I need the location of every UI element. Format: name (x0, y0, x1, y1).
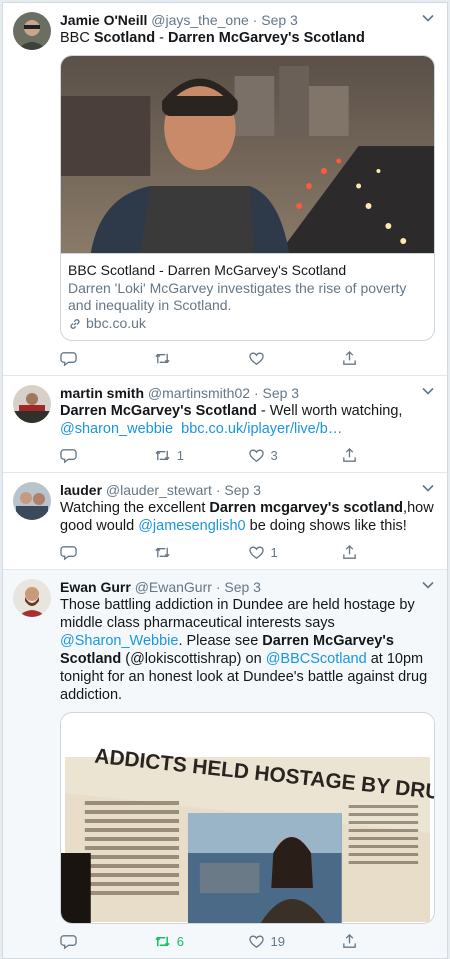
like-count: 1 (270, 544, 278, 560)
timestamp[interactable]: Sep 3 (261, 12, 298, 28)
share-icon (343, 933, 357, 948)
chevron-down-icon[interactable] (421, 384, 435, 398)
mention-link[interactable]: @sharon_webbie (60, 421, 173, 437)
share-button[interactable] (341, 544, 435, 561)
tweet-actions (60, 349, 435, 367)
url-link[interactable]: bbc.co.uk/iplayer/live/b… (181, 421, 342, 437)
share-button[interactable] (341, 933, 435, 950)
tweet-header: lauder @lauder_stewart · Sep 3 (60, 481, 435, 499)
timestamp[interactable]: Sep 3 (224, 579, 261, 595)
like-button[interactable]: 19 (248, 933, 342, 950)
heart-icon (248, 449, 264, 462)
reply-button[interactable] (60, 447, 154, 464)
retweet-icon (155, 936, 170, 946)
heart-icon (248, 352, 264, 365)
retweet-button[interactable] (154, 350, 248, 367)
timeline: Jamie O'Neill @jays_the_one · Sep 3 BBC … (2, 2, 448, 959)
avatar[interactable] (13, 12, 51, 50)
author-handle[interactable]: @martinsmith02 (148, 385, 250, 401)
share-button[interactable] (341, 350, 435, 367)
timestamp[interactable]: Sep 3 (263, 385, 300, 401)
retweet-button[interactable]: 6 (154, 933, 248, 950)
tweet-actions: 1 3 (60, 446, 435, 464)
tweet[interactable]: Jamie O'Neill @jays_the_one · Sep 3 BBC … (3, 3, 447, 376)
retweet-icon (155, 450, 170, 460)
author-name[interactable]: lauder (60, 482, 102, 498)
retweet-count: 1 (176, 447, 184, 463)
share-icon (343, 544, 357, 559)
mention-link[interactable]: @BBCScotland (266, 651, 367, 667)
share-button[interactable] (341, 447, 435, 464)
card-url: bbc.co.uk (68, 315, 426, 332)
avatar[interactable] (13, 482, 51, 520)
like-button[interactable]: 3 (248, 447, 342, 464)
link-icon (70, 318, 80, 329)
chevron-down-icon[interactable] (421, 11, 435, 25)
tweet[interactable]: martin smith @martinsmith02 · Sep 3 Darr… (3, 376, 447, 473)
tweet[interactable]: lauder @lauder_stewart · Sep 3 Watching … (3, 473, 447, 570)
tweet-text: BBC Scotland - Darren McGarvey's Scotlan… (60, 30, 365, 46)
retweet-button[interactable]: 1 (154, 447, 248, 464)
reply-icon (60, 934, 77, 949)
card-body: BBC Scotland - Darren McGarvey's Scotlan… (61, 253, 434, 340)
avatar[interactable] (13, 579, 51, 617)
tweet-header: Jamie O'Neill @jays_the_one · Sep 3 (60, 11, 435, 29)
card-description: Darren 'Loki' McGarvey investigates the … (68, 280, 407, 313)
author-handle[interactable]: @lauder_stewart (106, 482, 212, 498)
tweet-actions: 1 (60, 543, 435, 561)
author-handle[interactable]: @jays_the_one (151, 12, 249, 28)
like-count: 3 (270, 447, 278, 463)
reply-icon (60, 545, 77, 560)
reply-button[interactable] (60, 933, 154, 950)
share-icon (343, 447, 357, 462)
author-handle[interactable]: @EwanGurr (135, 579, 212, 595)
reply-button[interactable] (60, 350, 154, 367)
tweet-photo[interactable]: ADDICTS HELD HOSTAGE BY DRUG INTERESTS (60, 712, 435, 924)
tweet-header: martin smith @martinsmith02 · Sep 3 (60, 384, 435, 402)
author-name[interactable]: Ewan Gurr (60, 579, 131, 595)
separator-dot: · (253, 385, 259, 401)
like-count: 19 (270, 933, 285, 949)
link-card[interactable]: BBC Scotland - Darren McGarvey's Scotlan… (60, 55, 435, 341)
card-image (61, 56, 434, 253)
like-button[interactable] (248, 350, 342, 367)
tweet-header: Ewan Gurr @EwanGurr · Sep 3 (60, 578, 435, 596)
timestamp[interactable]: Sep 3 (224, 482, 261, 498)
chevron-down-icon[interactable] (421, 481, 435, 495)
share-icon (343, 350, 357, 365)
retweet-icon (155, 353, 170, 363)
separator-dot: · (215, 482, 221, 498)
author-name[interactable]: Jamie O'Neill (60, 12, 147, 28)
mention-link[interactable]: @Sharon_Webbie (60, 633, 178, 649)
separator-dot: · (252, 12, 258, 28)
like-button[interactable]: 1 (248, 544, 342, 561)
tweet-text: Those battling addiction in Dundee are h… (60, 597, 428, 703)
reply-button[interactable] (60, 544, 154, 561)
reply-icon (60, 351, 77, 366)
card-title: BBC Scotland - Darren McGarvey's Scotlan… (68, 262, 347, 278)
tweet-text: Watching the excellent Darren mcgarvey's… (60, 500, 434, 534)
tweet[interactable]: Ewan Gurr @EwanGurr · Sep 3 Those battli… (3, 570, 447, 958)
separator-dot: · (215, 579, 221, 595)
avatar[interactable] (13, 385, 51, 423)
heart-icon (248, 546, 264, 559)
reply-icon (60, 448, 77, 463)
retweet-count: 6 (176, 933, 184, 949)
heart-icon (248, 935, 264, 948)
mention-link[interactable]: @jamesenglish0 (138, 518, 245, 534)
author-name[interactable]: martin smith (60, 385, 144, 401)
retweet-icon (155, 547, 170, 557)
chevron-down-icon[interactable] (421, 578, 435, 592)
tweet-text: Darren McGarvey's Scotland - Well worth … (60, 403, 403, 437)
tweet-actions: 6 19 (60, 932, 435, 950)
retweet-button[interactable] (154, 544, 248, 561)
